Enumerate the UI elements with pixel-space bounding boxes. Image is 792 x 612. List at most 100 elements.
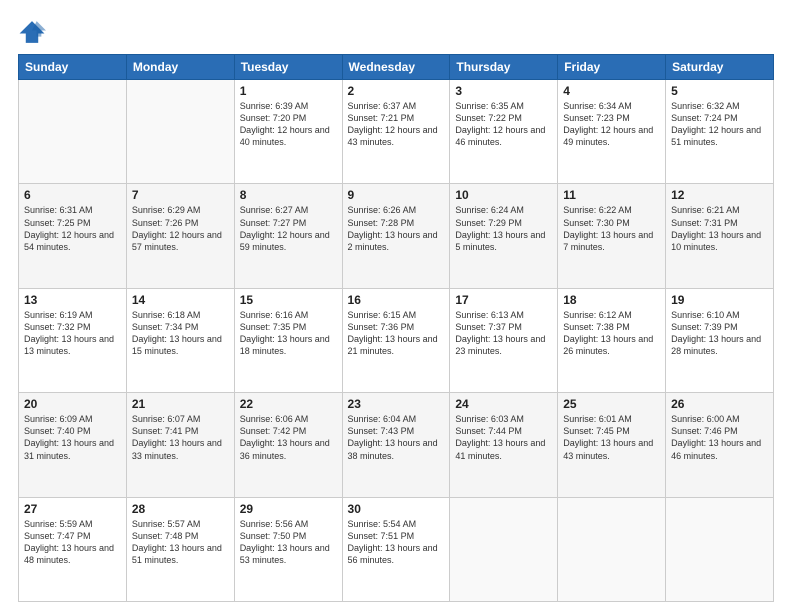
calendar-cell: 23 Sunrise: 6:04 AM Sunset: 7:43 PM Dayli… (342, 393, 450, 497)
cell-info-text: Sunrise: 5:57 AM Sunset: 7:48 PM Dayligh… (132, 518, 229, 567)
calendar-cell: 30Sunrise: 5:54 AM Sunset: 7:51 PM Dayli… (342, 497, 450, 601)
cell-day-number: 25 (563, 397, 660, 411)
calendar-cell: 3Sunrise: 6:35 AM Sunset: 7:22 PM Daylig… (450, 80, 558, 184)
cell-day-number: 1 (240, 84, 337, 98)
page: SundayMondayTuesdayWednesdayThursdayFrid… (0, 0, 792, 612)
calendar-cell: 16 Sunrise: 6:15 AM Sunset: 7:36 PM Dayli… (342, 288, 450, 392)
cell-day-number: 28 (132, 502, 229, 516)
cell-day-number: 18 (563, 293, 660, 307)
cell-day-number: 5 (671, 84, 768, 98)
cell-day-number: 19 (671, 293, 768, 307)
cell-info-text: Sunrise: 6:07 AM Sunset: 7:41 PM Dayligh… (132, 413, 229, 462)
cell-info-text: Sunrise: 6:27 AM Sunset: 7:27 PM Dayligh… (240, 204, 337, 253)
calendar-cell: 15 Sunrise: 6:16 AM Sunset: 7:35 PM Dayli… (234, 288, 342, 392)
cell-info-text: Sunrise: 6:04 AM Sunset: 7:43 PM Dayligh… (348, 413, 445, 462)
calendar-cell: 27Sunrise: 5:59 AM Sunset: 7:47 PM Dayli… (19, 497, 127, 601)
cell-day-number: 8 (240, 188, 337, 202)
calendar-cell (19, 80, 127, 184)
cell-day-number: 16 (348, 293, 445, 307)
cell-day-number: 23 (348, 397, 445, 411)
calendar-cell: 21 Sunrise: 6:07 AM Sunset: 7:41 PM Dayli… (126, 393, 234, 497)
cell-day-number: 26 (671, 397, 768, 411)
calendar-cell: 19 Sunrise: 6:10 AM Sunset: 7:39 PM Dayli… (666, 288, 774, 392)
cell-day-number: 11 (563, 188, 660, 202)
cell-info-text: Sunrise: 5:56 AM Sunset: 7:50 PM Dayligh… (240, 518, 337, 567)
calendar-cell: 22 Sunrise: 6:06 AM Sunset: 7:42 PM Dayli… (234, 393, 342, 497)
calendar-cell: 8 Sunrise: 6:27 AM Sunset: 7:27 PM Daylig… (234, 184, 342, 288)
cell-info-text: Sunrise: 6:24 AM Sunset: 7:29 PM Dayligh… (455, 204, 552, 253)
cell-day-number: 15 (240, 293, 337, 307)
calendar-cell: 2 Sunrise: 6:37 AM Sunset: 7:21 PM Daylig… (342, 80, 450, 184)
calendar-cell: 17 Sunrise: 6:13 AM Sunset: 7:37 PM Dayli… (450, 288, 558, 392)
header (18, 18, 774, 46)
calendar-cell: 5 Sunrise: 6:32 AM Sunset: 7:24 PM Daylig… (666, 80, 774, 184)
cell-day-number: 22 (240, 397, 337, 411)
weekday-header-friday: Friday (558, 55, 666, 80)
cell-info-text: Sunrise: 6:18 AM Sunset: 7:34 PM Dayligh… (132, 309, 229, 358)
cell-info-text: Sunrise: 6:12 AM Sunset: 7:38 PM Dayligh… (563, 309, 660, 358)
weekday-header-saturday: Saturday (666, 55, 774, 80)
cell-day-number: 13 (24, 293, 121, 307)
cell-day-number: 10 (455, 188, 552, 202)
calendar-cell: 28 Sunrise: 5:57 AM Sunset: 7:48 PM Dayli… (126, 497, 234, 601)
cell-info-text: Sunrise: 6:26 AM Sunset: 7:28 PM Dayligh… (348, 204, 445, 253)
calendar-cell (666, 497, 774, 601)
cell-info-text: Sunrise: 6:01 AM Sunset: 7:45 PM Dayligh… (563, 413, 660, 462)
weekday-header-monday: Monday (126, 55, 234, 80)
week-row-2: 6 Sunrise: 6:31 AM Sunset: 7:25 PM Daylig… (19, 184, 774, 288)
cell-info-text: Sunrise: 6:13 AM Sunset: 7:37 PM Dayligh… (455, 309, 552, 358)
calendar-cell: 13 Sunrise: 6:19 AM Sunset: 7:32 PM Dayli… (19, 288, 127, 392)
cell-day-number: 12 (671, 188, 768, 202)
cell-info-text: Sunrise: 6:03 AM Sunset: 7:44 PM Dayligh… (455, 413, 552, 462)
cell-info-text: Sunrise: 5:54 AM Sunset: 7:51 PM Dayligh… (348, 518, 445, 567)
cell-day-number: 9 (348, 188, 445, 202)
calendar-cell: 29 Sunrise: 5:56 AM Sunset: 7:50 PM Dayli… (234, 497, 342, 601)
cell-day-number: 7 (132, 188, 229, 202)
cell-info-text: Sunrise: 6:06 AM Sunset: 7:42 PM Dayligh… (240, 413, 337, 462)
logo (18, 18, 50, 46)
cell-info-text: Sunrise: 6:32 AM Sunset: 7:24 PM Dayligh… (671, 100, 768, 149)
cell-day-number: 21 (132, 397, 229, 411)
cell-day-number: 4 (563, 84, 660, 98)
cell-info-text: Sunrise: 6:21 AM Sunset: 7:31 PM Dayligh… (671, 204, 768, 253)
calendar-cell: 7 Sunrise: 6:29 AM Sunset: 7:26 PM Daylig… (126, 184, 234, 288)
calendar-cell: 20 Sunrise: 6:09 AM Sunset: 7:40 PM Dayli… (19, 393, 127, 497)
calendar-cell: 25 Sunrise: 6:01 AM Sunset: 7:45 PM Dayli… (558, 393, 666, 497)
calendar-cell: 9 Sunrise: 6:26 AM Sunset: 7:28 PM Daylig… (342, 184, 450, 288)
calendar-cell: 10 Sunrise: 6:24 AM Sunset: 7:29 PM Dayli… (450, 184, 558, 288)
cell-day-number: 29 (240, 502, 337, 516)
week-row-3: 13 Sunrise: 6:19 AM Sunset: 7:32 PM Dayli… (19, 288, 774, 392)
cell-info-text: Sunrise: 6:29 AM Sunset: 7:26 PM Dayligh… (132, 204, 229, 253)
cell-info-text: Sunrise: 6:22 AM Sunset: 7:30 PM Dayligh… (563, 204, 660, 253)
week-row-4: 20 Sunrise: 6:09 AM Sunset: 7:40 PM Dayli… (19, 393, 774, 497)
calendar-cell: 12 Sunrise: 6:21 AM Sunset: 7:31 PM Dayli… (666, 184, 774, 288)
week-row-5: 27Sunrise: 5:59 AM Sunset: 7:47 PM Dayli… (19, 497, 774, 601)
calendar-cell: 14Sunrise: 6:18 AM Sunset: 7:34 PM Dayli… (126, 288, 234, 392)
calendar-cell (558, 497, 666, 601)
cell-day-number: 6 (24, 188, 121, 202)
logo-icon (18, 18, 46, 46)
cell-info-text: Sunrise: 6:15 AM Sunset: 7:36 PM Dayligh… (348, 309, 445, 358)
cell-info-text: Sunrise: 5:59 AM Sunset: 7:47 PM Dayligh… (24, 518, 121, 567)
cell-info-text: Sunrise: 6:16 AM Sunset: 7:35 PM Dayligh… (240, 309, 337, 358)
cell-info-text: Sunrise: 6:10 AM Sunset: 7:39 PM Dayligh… (671, 309, 768, 358)
weekday-header-thursday: Thursday (450, 55, 558, 80)
cell-info-text: Sunrise: 6:09 AM Sunset: 7:40 PM Dayligh… (24, 413, 121, 462)
weekday-header-tuesday: Tuesday (234, 55, 342, 80)
cell-day-number: 17 (455, 293, 552, 307)
week-row-1: 1 Sunrise: 6:39 AM Sunset: 7:20 PM Daylig… (19, 80, 774, 184)
cell-info-text: Sunrise: 6:34 AM Sunset: 7:23 PM Dayligh… (563, 100, 660, 149)
cell-day-number: 20 (24, 397, 121, 411)
cell-day-number: 3 (455, 84, 552, 98)
cell-day-number: 24 (455, 397, 552, 411)
cell-day-number: 2 (348, 84, 445, 98)
calendar-cell: 24 Sunrise: 6:03 AM Sunset: 7:44 PM Dayli… (450, 393, 558, 497)
calendar-cell: 26Sunrise: 6:00 AM Sunset: 7:46 PM Dayli… (666, 393, 774, 497)
cell-info-text: Sunrise: 6:37 AM Sunset: 7:21 PM Dayligh… (348, 100, 445, 149)
calendar-cell: 18 Sunrise: 6:12 AM Sunset: 7:38 PM Dayli… (558, 288, 666, 392)
calendar-cell: 6 Sunrise: 6:31 AM Sunset: 7:25 PM Daylig… (19, 184, 127, 288)
cell-info-text: Sunrise: 6:19 AM Sunset: 7:32 PM Dayligh… (24, 309, 121, 358)
cell-info-text: Sunrise: 6:31 AM Sunset: 7:25 PM Dayligh… (24, 204, 121, 253)
calendar-cell: 1 Sunrise: 6:39 AM Sunset: 7:20 PM Daylig… (234, 80, 342, 184)
cell-info-text: Sunrise: 6:39 AM Sunset: 7:20 PM Dayligh… (240, 100, 337, 149)
